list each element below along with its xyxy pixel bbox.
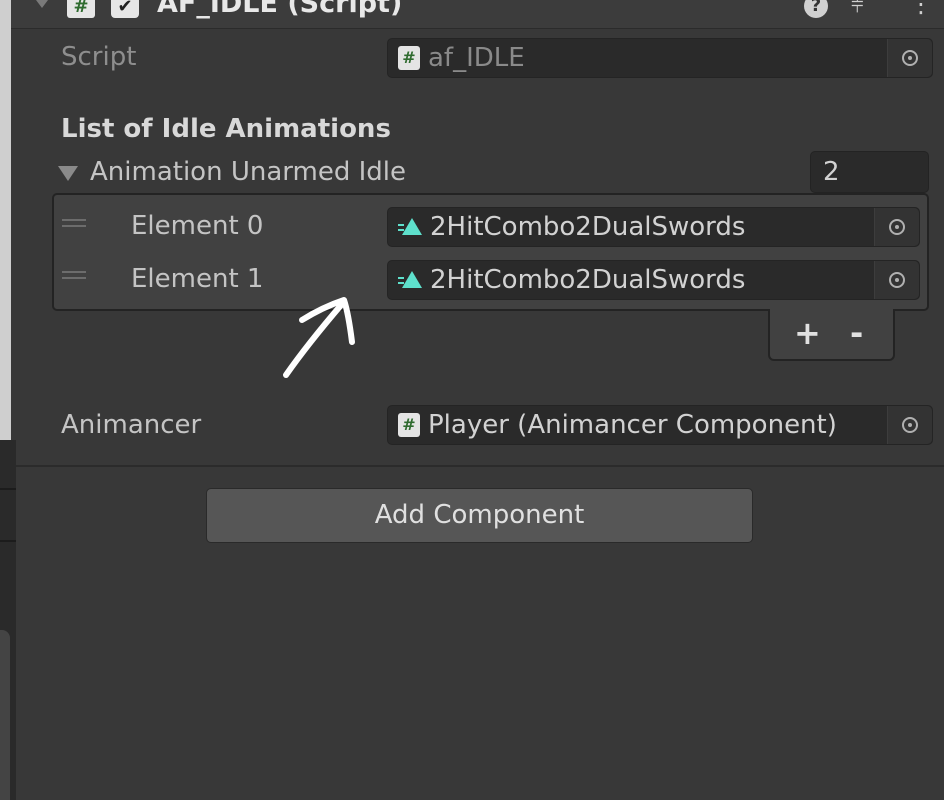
- section-title: List of Idle Animations: [61, 114, 391, 144]
- element-value: 2HitCombo2DualSwords: [430, 265, 746, 295]
- element-label: Element 0: [131, 211, 264, 241]
- script-icon: #: [398, 413, 420, 437]
- component-divider: [16, 465, 944, 467]
- remove-element-button[interactable]: -: [850, 317, 863, 349]
- object-picker-button[interactable]: [874, 208, 919, 246]
- target-icon: [902, 417, 918, 433]
- element-1-field[interactable]: 2HitCombo2DualSwords: [387, 260, 920, 300]
- animation-clip-icon: [398, 215, 422, 239]
- foldout-icon[interactable]: [33, 0, 51, 8]
- object-picker-button: [887, 39, 932, 77]
- kebab-menu-icon[interactable]: ⋮: [909, 0, 933, 16]
- animation-clip-icon: [398, 268, 422, 292]
- add-element-button[interactable]: +: [794, 317, 821, 349]
- script-icon: #: [398, 46, 420, 70]
- target-icon: [889, 272, 905, 288]
- script-label: Script: [61, 42, 137, 72]
- annotation-arrow: [283, 297, 355, 378]
- help-icon[interactable]: ?: [804, 0, 828, 18]
- list-foldout-icon[interactable]: [58, 166, 78, 181]
- object-picker-button[interactable]: [887, 406, 932, 444]
- list-add-remove-footer: + -: [768, 309, 895, 361]
- drag-handle-icon[interactable]: [62, 219, 86, 227]
- script-field-value: af_IDLE: [428, 43, 525, 73]
- animancer-field-value: Player (Animancer Component): [428, 410, 837, 440]
- target-icon: [902, 50, 918, 66]
- object-picker-button[interactable]: [874, 261, 919, 299]
- scene-panel-edge: [0, 0, 11, 440]
- element-0-field[interactable]: 2HitCombo2DualSwords: [387, 207, 920, 247]
- component-header[interactable]: # ✔ AF_IDLE (Script) ? ⫩ ⋮: [11, 0, 944, 29]
- script-icon: #: [67, 0, 95, 18]
- script-field: # af_IDLE: [387, 38, 933, 78]
- target-icon: [889, 219, 905, 235]
- component-title: AF_IDLE (Script): [157, 0, 403, 19]
- drag-handle-icon[interactable]: [62, 271, 86, 279]
- presets-icon[interactable]: ⫩: [851, 0, 864, 18]
- add-component-button[interactable]: Add Component: [206, 488, 753, 543]
- list-label[interactable]: Animation Unarmed Idle: [90, 157, 406, 187]
- scrollbar-edge[interactable]: [0, 630, 10, 800]
- animancer-label: Animancer: [61, 410, 202, 440]
- list-size-field[interactable]: 2: [810, 151, 929, 193]
- component-enabled-checkbox[interactable]: ✔: [111, 0, 139, 18]
- element-label: Element 1: [131, 264, 264, 294]
- animancer-field[interactable]: # Player (Animancer Component): [387, 405, 933, 445]
- element-value: 2HitCombo2DualSwords: [430, 212, 746, 242]
